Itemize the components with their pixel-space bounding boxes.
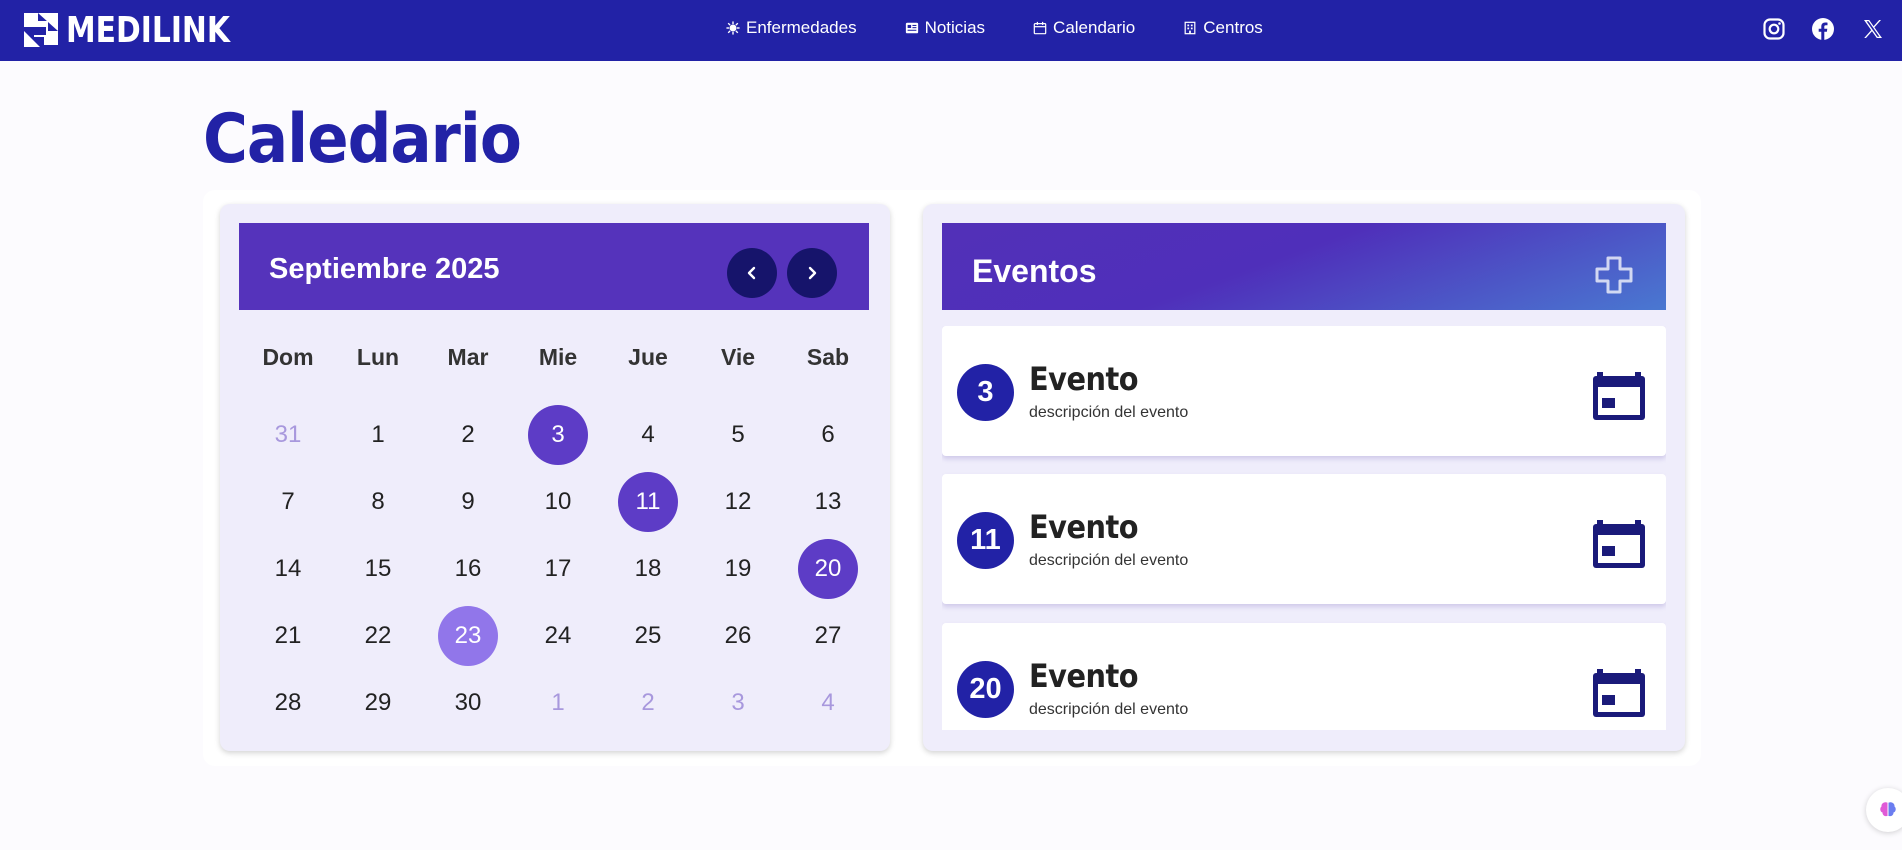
calendar-panel: Septiembre 2025 Dom Lun Mar Mie Jue Vie Sab 31… [220, 204, 890, 751]
event-day-badge: 20 [957, 661, 1014, 718]
calendar-day[interactable]: 5 [708, 405, 768, 465]
chevron-right-icon [808, 266, 817, 280]
weekday-label: Vie [720, 344, 756, 370]
assistant-launcher-button[interactable] [1866, 788, 1902, 832]
event-card[interactable]: 20 Evento descripción del evento [942, 623, 1666, 730]
calendar-day[interactable]: 10 [528, 472, 588, 532]
calendar-day[interactable]: 14 [258, 539, 318, 599]
calendar-day[interactable]: 30 [438, 673, 498, 733]
nav-link-label: Enfermedades [746, 18, 857, 37]
calendar-event-icon [1593, 372, 1645, 420]
medilink-logo-icon [24, 13, 58, 47]
event-day-badge: 11 [957, 512, 1014, 569]
calendar-icon [1033, 21, 1047, 35]
page-title: Caledario [203, 100, 522, 179]
calendar-day[interactable]: 24 [528, 606, 588, 666]
virus-icon [726, 21, 740, 35]
weekday-label: Dom [262, 344, 314, 370]
calendar-day-outside-month[interactable]: 1 [528, 673, 588, 733]
brain-icon [1880, 802, 1896, 817]
next-month-button[interactable] [787, 248, 837, 298]
calendar-day[interactable]: 29 [348, 673, 408, 733]
event-name: Evento [1029, 657, 1139, 695]
calendar-event-icon [1593, 669, 1645, 717]
calendar-day[interactable]: 13 [798, 472, 858, 532]
calendar-day-outside-month[interactable]: 4 [798, 673, 858, 733]
weekday-label: Mar [447, 344, 489, 370]
nav-link-enfermedades[interactable]: Enfermedades [726, 18, 857, 38]
calendar-event-icon [1593, 520, 1645, 568]
events-title: Eventos [972, 253, 1097, 289]
navbar: MEDILINK Enfermedades Noticias Calendari… [0, 0, 1902, 61]
event-card[interactable]: 11 Evento descripción del evento [942, 474, 1666, 604]
calendar-day[interactable]: 15 [348, 539, 408, 599]
calendar-day[interactable]: 18 [618, 539, 678, 599]
prev-month-button[interactable] [727, 248, 777, 298]
weekday-label: Jue [628, 344, 668, 370]
calendar-day-outside-month[interactable]: 3 [708, 673, 768, 733]
calendar-day[interactable]: 6 [798, 405, 858, 465]
calendar-day[interactable]: 26 [708, 606, 768, 666]
calendar-day[interactable]: 25 [618, 606, 678, 666]
events-panel: Eventos 3 Evento descripción del evento … [923, 204, 1685, 751]
events-list: 3 Evento descripción del evento 11 Event… [942, 326, 1666, 730]
calendar-month-label: Septiembre 2025 [269, 253, 500, 285]
x-icon [1864, 20, 1882, 38]
calendar-day-outside-month[interactable]: 2 [618, 673, 678, 733]
instagram-icon [1763, 18, 1785, 40]
event-description: descripción del evento [1029, 701, 1189, 718]
calendar-day[interactable]: 22 [348, 606, 408, 666]
calendar-day[interactable]: 12 [708, 472, 768, 532]
calendar-day[interactable]: 7 [258, 472, 318, 532]
event-description: descripción del evento [1029, 552, 1189, 569]
newspaper-icon [905, 22, 918, 34]
brand-logo[interactable]: MEDILINK [20, 6, 244, 54]
event-name: Evento [1029, 508, 1139, 546]
medical-cross-icon [1595, 256, 1633, 294]
event-card[interactable]: 3 Evento descripción del evento [942, 326, 1666, 456]
calendar-day[interactable]: 4 [618, 405, 678, 465]
calendar-day[interactable]: 17 [528, 539, 588, 599]
x-link[interactable] [1861, 17, 1885, 41]
nav-link-noticias[interactable]: Noticias [905, 18, 985, 38]
calendar-day[interactable]: 20 [798, 539, 858, 599]
calendar-day[interactable]: 11 [618, 472, 678, 532]
calendar-day[interactable]: 28 [258, 673, 318, 733]
event-day-badge: 3 [957, 364, 1014, 421]
facebook-link[interactable] [1811, 17, 1835, 41]
facebook-icon [1812, 18, 1834, 40]
nav-link-calendario[interactable]: Calendario [1033, 18, 1135, 38]
calendar-day[interactable]: 23 [438, 606, 498, 666]
events-header: Eventos [942, 223, 1666, 310]
instagram-link[interactable] [1762, 17, 1786, 41]
event-description: descripción del evento [1029, 404, 1189, 421]
weekday-label: Lun [356, 344, 400, 370]
calendar-day[interactable]: 19 [708, 539, 768, 599]
calendar-day[interactable]: 27 [798, 606, 858, 666]
chevron-left-icon [747, 266, 756, 280]
calendar-day[interactable]: 21 [258, 606, 318, 666]
calendar-day[interactable]: 8 [348, 472, 408, 532]
calendar-day[interactable]: 3 [528, 405, 588, 465]
calendar-day[interactable]: 1 [348, 405, 408, 465]
calendar-day[interactable]: 9 [438, 472, 498, 532]
calendar-header: Septiembre 2025 [239, 223, 869, 310]
brand-name: MEDILINK [66, 9, 230, 51]
weekday-label: Sab [806, 344, 850, 370]
nav-link-label: Calendario [1053, 18, 1136, 37]
building-icon [1184, 21, 1196, 35]
calendar-day-outside-month[interactable]: 31 [258, 405, 318, 465]
event-name: Evento [1029, 360, 1139, 398]
nav-link-centros[interactable]: Centros [1183, 18, 1263, 38]
nav-link-label: Centros [1203, 18, 1263, 37]
weekday-label: Mie [538, 344, 578, 370]
calendar-day[interactable]: 16 [438, 539, 498, 599]
nav-links: Enfermedades Noticias Calendario Centros [726, 18, 1311, 38]
calendar-day[interactable]: 2 [438, 405, 498, 465]
nav-link-label: Noticias [924, 18, 986, 37]
